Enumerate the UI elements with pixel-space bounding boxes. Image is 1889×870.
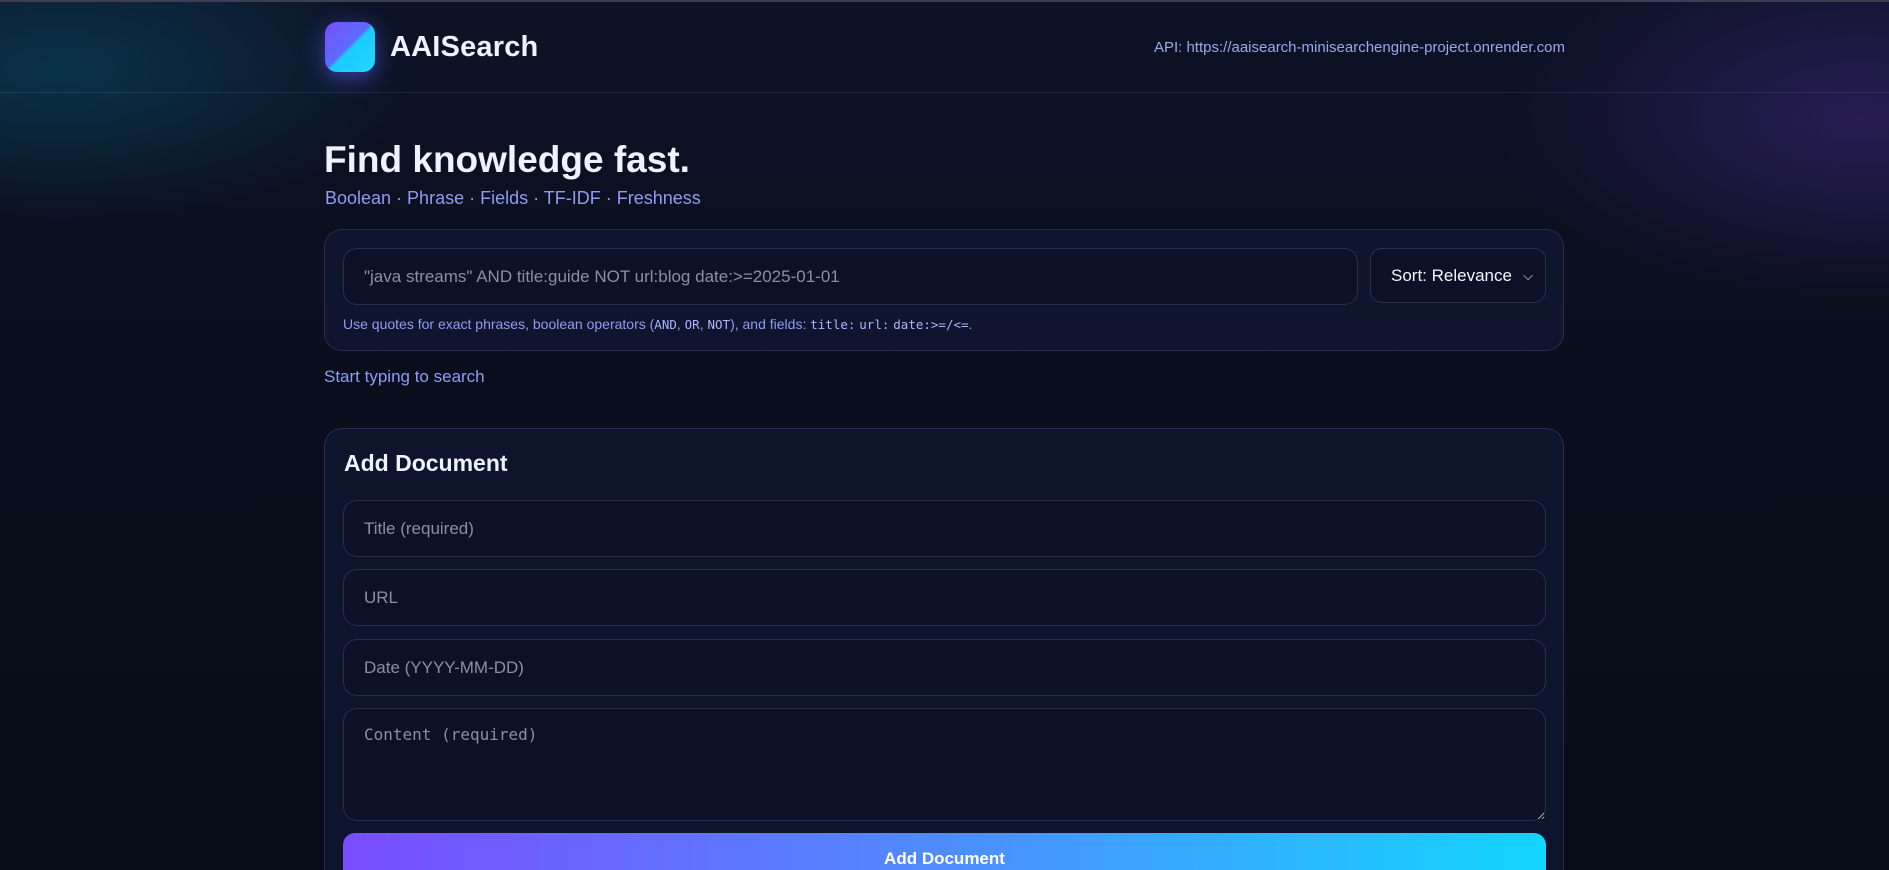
hint-op-and: AND [654,317,677,332]
search-panel: Sort: Relevance ⌵ Use quotes for exact p… [324,229,1564,351]
search-input[interactable] [343,248,1358,305]
add-document-panel: Add Document Add Document [324,428,1564,870]
hint-sep: , [676,316,685,332]
search-syntax-hint: Use quotes for exact phrases, boolean op… [343,316,972,332]
brand-name: AAISearch [390,30,539,63]
add-document-button[interactable]: Add Document [343,833,1546,870]
sort-select[interactable]: Sort: Relevance ⌵ [1370,248,1546,303]
page-title: Find knowledge fast. [324,139,690,180]
logo-icon [325,22,375,72]
content-field[interactable] [343,708,1546,821]
hint-op-not: NOT [707,317,731,332]
url-field[interactable] [343,569,1546,626]
hint-field-url: url: [859,317,890,332]
hint-suffix: . [968,316,973,332]
sort-select-value: Sort: Relevance [1391,265,1512,285]
date-field[interactable] [343,639,1546,696]
title-field[interactable] [343,500,1546,557]
hint-sep: , [699,316,708,332]
hint-op-or: OR [684,317,700,332]
api-endpoint-label: API: https://aaisearch-minisearchengine-… [1153,39,1565,56]
page-subtitle: Boolean · Phrase · Fields · TF-IDF · Fre… [325,188,701,208]
hint-field-title: title: [810,317,856,332]
add-document-heading: Add Document [344,450,508,476]
chevron-down-icon: ⌵ [1523,267,1533,283]
brand[interactable]: AAISearch [325,22,538,72]
page: AAISearch API: https://aaisearch-minisea… [0,0,1889,870]
top-bar: AAISearch API: https://aaisearch-minisea… [0,2,1889,93]
hint-field-date: date:>=/<= [893,317,969,332]
hint-prefix: Use quotes for exact phrases, boolean op… [343,316,655,332]
search-status: Start typing to search [324,367,485,386]
hint-middle: ), and fields: [730,316,811,332]
